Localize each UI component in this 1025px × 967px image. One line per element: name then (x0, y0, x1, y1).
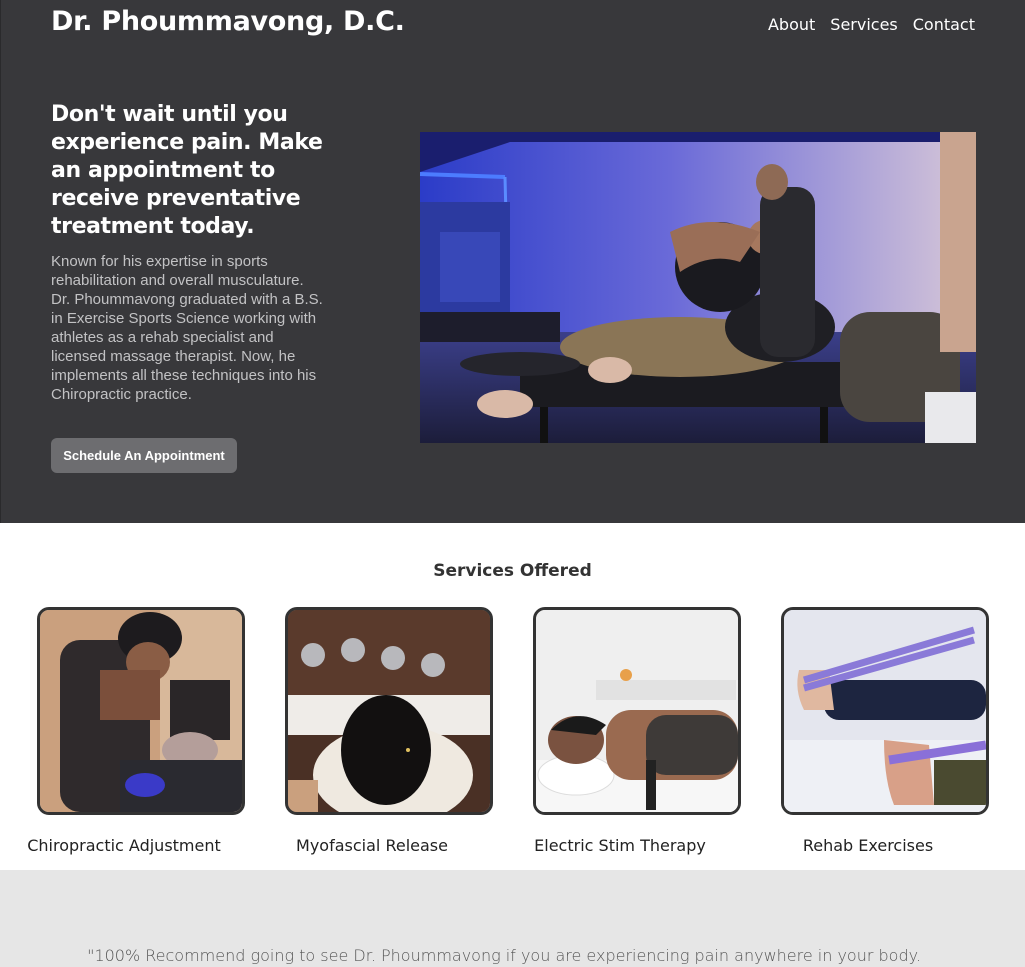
schedule-appointment-button[interactable]: Schedule An Appointment (51, 438, 237, 473)
myofascial-release-photo (285, 607, 493, 815)
chiropractic-adjustment-photo (37, 607, 245, 815)
electric-stim-therapy-photo (533, 607, 741, 815)
testimonial-quote: "100% Recommend going to see Dr. Phoumma… (87, 946, 921, 965)
service-label: Myofascial Release (296, 836, 448, 855)
main-nav: About Services Contact (768, 15, 975, 34)
service-label: Rehab Exercises (802, 836, 934, 855)
service-card-electric-stim[interactable]: Electric Stim Therapy (496, 607, 744, 855)
service-card-chiropractic[interactable]: Chiropractic Adjustment (0, 607, 248, 855)
hero-section: Dr. Phoummavong, D.C. About Services Con… (0, 0, 1025, 523)
service-label: Electric Stim Therapy (534, 836, 706, 855)
nav-about-link[interactable]: About (768, 15, 815, 34)
hero-headline: Don't wait until you experience pain. Ma… (51, 102, 323, 239)
brand-title[interactable]: Dr. Phoummavong, D.C. (51, 6, 405, 37)
services-title: Services Offered (433, 561, 592, 581)
hero-bio: Known for his expertise in sports rehabi… (51, 253, 323, 403)
nav-services-link[interactable]: Services (830, 15, 897, 34)
service-card-myofascial[interactable]: Myofascial Release (248, 607, 496, 855)
service-card-rehab[interactable]: Rehab Exercises (744, 607, 992, 855)
nav-contact-link[interactable]: Contact (913, 15, 975, 34)
rehab-exercises-photo (781, 607, 989, 815)
service-label: Chiropractic Adjustment (27, 836, 221, 855)
hero-treatment-photo (420, 132, 976, 443)
testimonial-section: "100% Recommend going to see Dr. Phoumma… (0, 870, 1025, 967)
